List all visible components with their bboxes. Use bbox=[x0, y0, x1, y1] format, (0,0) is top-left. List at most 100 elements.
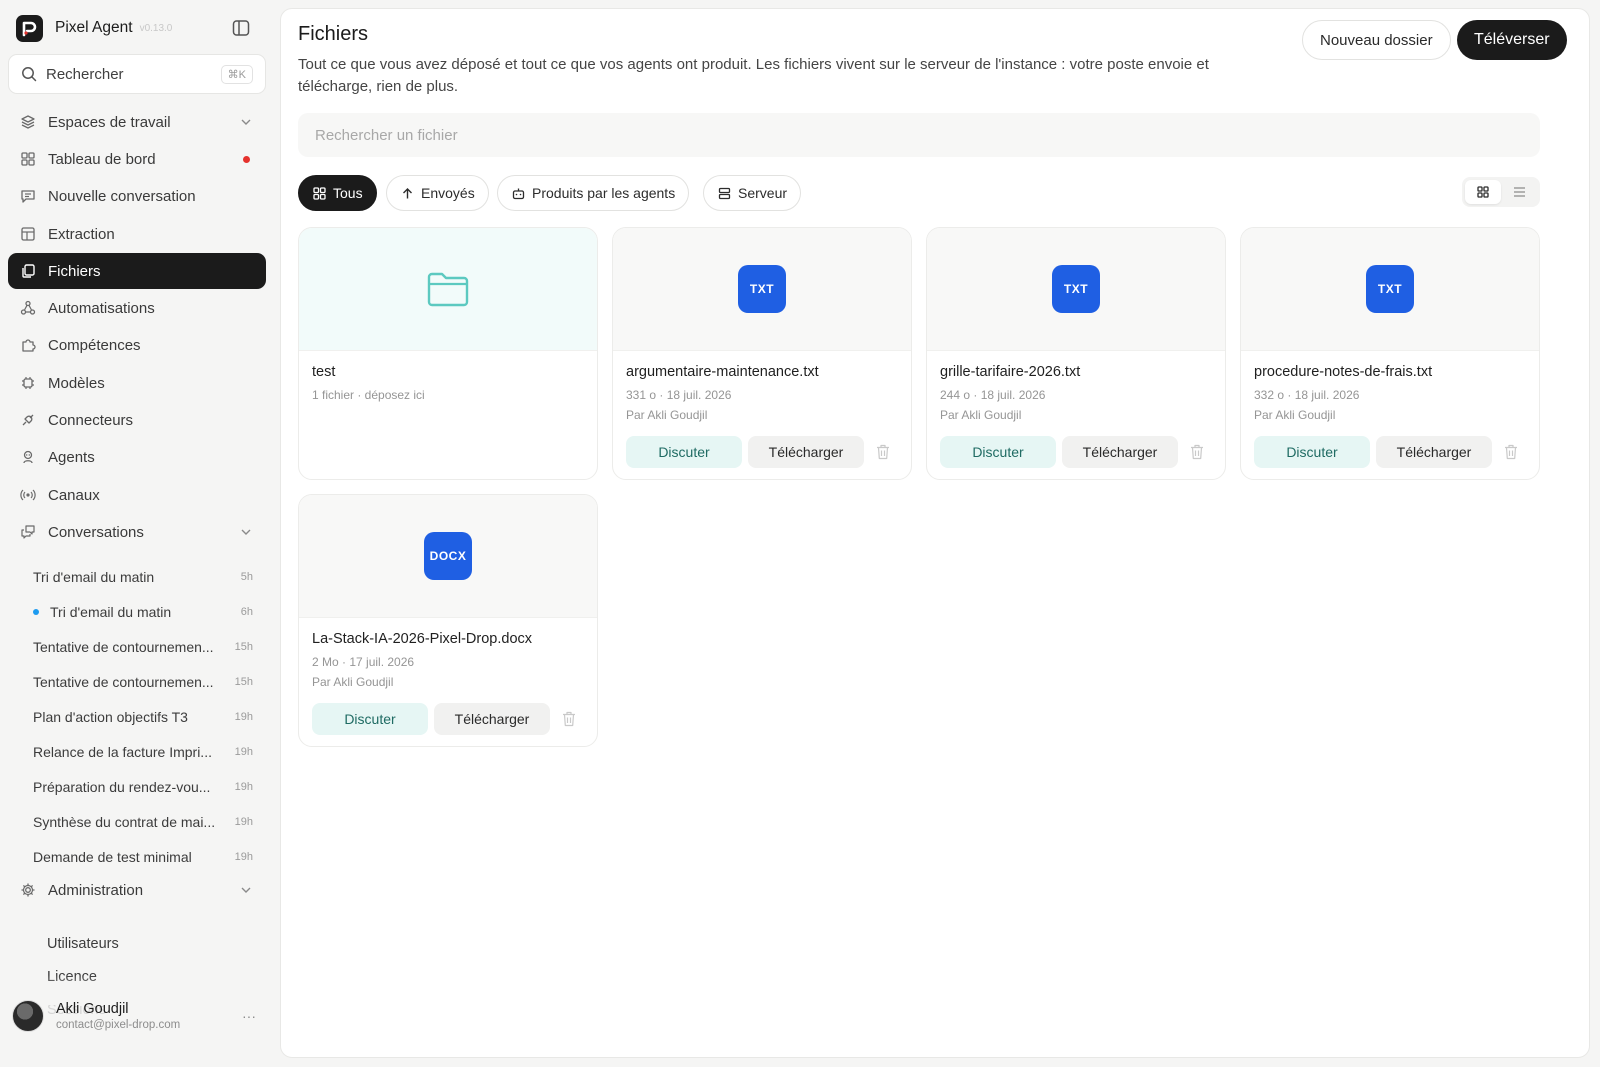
filter-sent[interactable]: Envoyés bbox=[386, 175, 489, 211]
user-name: Akli Goudjil bbox=[56, 1001, 129, 1017]
file-name: procedure-notes-de-frais.txt bbox=[1254, 364, 1433, 380]
list-view-icon[interactable] bbox=[1501, 180, 1537, 204]
trash-icon[interactable] bbox=[873, 442, 893, 462]
broadcast-icon bbox=[20, 487, 36, 503]
file-type-badge: TXT bbox=[738, 265, 786, 313]
new-folder-button[interactable]: Nouveau dossier bbox=[1302, 20, 1451, 60]
conversation-item[interactable]: Tentative de contournemen... 15h bbox=[33, 668, 253, 696]
file-card[interactable]: TXT argumentaire-maintenance.txt 331 o ·… bbox=[612, 227, 912, 480]
filter-server[interactable]: Serveur bbox=[703, 175, 802, 211]
download-button[interactable]: Télécharger bbox=[1376, 436, 1492, 468]
folder-card[interactable]: test 1 fichier · déposez ici bbox=[298, 227, 598, 480]
chat-button[interactable]: Discuter bbox=[626, 436, 742, 468]
file-card[interactable]: TXT procedure-notes-de-frais.txt 332 o ·… bbox=[1240, 227, 1540, 480]
chat-button[interactable]: Discuter bbox=[940, 436, 1056, 468]
filter-label: Serveur bbox=[738, 185, 788, 201]
nav-label: Tableau de bord bbox=[48, 150, 156, 168]
nav-skills[interactable]: Compétences bbox=[8, 327, 266, 363]
more-options-icon[interactable]: ··· bbox=[242, 1008, 256, 1024]
conversation-time: 15h bbox=[234, 676, 253, 688]
user-email: contact@pixel-drop.com bbox=[56, 1019, 181, 1031]
conversation-item[interactable]: Relance de la facture Impri... 19h bbox=[33, 738, 253, 766]
conversation-time: 19h bbox=[234, 851, 253, 863]
file-card[interactable]: DOCX La-Stack-IA-2026-Pixel-Drop.docx 2 … bbox=[298, 494, 598, 747]
filter-agents[interactable]: Produits par les agents bbox=[497, 175, 690, 211]
file-type-badge: TXT bbox=[1052, 265, 1100, 313]
user-profile[interactable]: Akli Goudjil contact@pixel-drop.com ··· bbox=[12, 996, 266, 1036]
conversation-item[interactable]: Tentative de contournemen... 15h bbox=[33, 633, 253, 661]
avatar bbox=[12, 1000, 44, 1032]
chevron-down-icon[interactable] bbox=[240, 116, 252, 128]
filter-label: Envoyés bbox=[421, 185, 475, 201]
nav-label: Automatisations bbox=[48, 299, 155, 317]
chat-button[interactable]: Discuter bbox=[312, 703, 428, 735]
nav-dashboard[interactable]: Tableau de bord bbox=[8, 141, 266, 177]
trash-icon[interactable] bbox=[559, 709, 579, 729]
conversation-item[interactable]: Préparation du rendez-vou... 19h bbox=[33, 773, 253, 801]
download-button[interactable]: Télécharger bbox=[1062, 436, 1178, 468]
file-author: Par Akli Goudjil bbox=[626, 408, 708, 422]
nav-channels[interactable]: Canaux bbox=[8, 477, 266, 513]
filter-all[interactable]: Tous bbox=[298, 175, 377, 211]
conversation-item[interactable]: Tri d'email du matin 6h bbox=[33, 598, 253, 626]
sidebar-toggle-icon[interactable] bbox=[230, 17, 252, 39]
admin-users-link[interactable]: Utilisateurs bbox=[47, 936, 119, 952]
file-meta: 331 o · 18 juil. 2026 bbox=[626, 388, 732, 402]
conversation-title: Tri d'email du matin bbox=[33, 569, 155, 585]
chevron-down-icon[interactable] bbox=[240, 526, 252, 538]
nav-label: Nouvelle conversation bbox=[48, 187, 196, 205]
nav-label: Modèles bbox=[48, 374, 105, 392]
chat-button[interactable]: Discuter bbox=[1254, 436, 1370, 468]
sidebar-search[interactable]: Rechercher ⌘K bbox=[8, 54, 266, 94]
nav-label: Compétences bbox=[48, 336, 141, 354]
conversation-time: 19h bbox=[234, 816, 253, 828]
conversation-item[interactable]: Synthèse du contrat de mai... 19h bbox=[33, 808, 253, 836]
nav-label: Extraction bbox=[48, 225, 115, 243]
download-button[interactable]: Télécharger bbox=[434, 703, 550, 735]
conversation-title: Demande de test minimal bbox=[33, 849, 192, 865]
arrow-up-icon bbox=[400, 186, 414, 200]
chevron-down-icon[interactable] bbox=[240, 884, 252, 896]
file-search-input[interactable] bbox=[298, 113, 1540, 157]
file-name: grille-tarifaire-2026.txt bbox=[940, 364, 1081, 380]
nav-extraction[interactable]: Extraction bbox=[8, 216, 266, 252]
nav-label: Espaces de travail bbox=[48, 113, 171, 131]
nav-administration[interactable]: Administration bbox=[8, 872, 266, 908]
nav-label: Connecteurs bbox=[48, 411, 134, 429]
file-meta: 244 o · 18 juil. 2026 bbox=[940, 388, 1046, 402]
conversation-item[interactable]: Plan d'action objectifs T3 19h bbox=[33, 703, 253, 731]
nav-agents[interactable]: Agents bbox=[8, 439, 266, 475]
conversation-item[interactable]: Demande de test minimal 19h bbox=[33, 843, 253, 871]
workflow-icon bbox=[20, 300, 36, 316]
folder-thumbnail bbox=[299, 228, 597, 351]
grid-view-icon[interactable] bbox=[1465, 180, 1501, 204]
download-button[interactable]: Télécharger bbox=[748, 436, 864, 468]
nav-new-conversation[interactable]: Nouvelle conversation bbox=[8, 178, 266, 214]
upload-button[interactable]: Téléverser bbox=[1457, 20, 1567, 60]
nav-models[interactable]: Modèles bbox=[8, 365, 266, 401]
file-meta: 332 o · 18 juil. 2026 bbox=[1254, 388, 1360, 402]
nav-workspaces[interactable]: Espaces de travail bbox=[8, 104, 266, 140]
nav-connectors[interactable]: Connecteurs bbox=[8, 402, 266, 438]
conversation-time: 19h bbox=[234, 746, 253, 758]
file-name: argumentaire-maintenance.txt bbox=[626, 364, 819, 380]
conversation-item[interactable]: Tri d'email du matin 5h bbox=[33, 563, 253, 591]
puzzle-icon bbox=[20, 337, 36, 353]
folder-icon bbox=[427, 272, 469, 307]
conversation-title: Synthèse du contrat de mai... bbox=[33, 814, 216, 830]
files-icon bbox=[20, 263, 36, 279]
trash-icon[interactable] bbox=[1501, 442, 1521, 462]
folder-meta: 1 fichier · déposez ici bbox=[312, 388, 425, 402]
nav-files[interactable]: Fichiers bbox=[8, 253, 266, 289]
conversation-time: 19h bbox=[234, 711, 253, 723]
trash-icon[interactable] bbox=[1187, 442, 1207, 462]
nav-automations[interactable]: Automatisations bbox=[8, 290, 266, 326]
search-label: Rechercher bbox=[46, 65, 124, 83]
nav-conversations[interactable]: Conversations bbox=[8, 514, 266, 550]
file-thumbnail: TXT bbox=[927, 228, 1225, 351]
conversation-time: 15h bbox=[234, 641, 253, 653]
user-info: Akli Goudjil contact@pixel-drop.com bbox=[56, 1001, 242, 1031]
file-card[interactable]: TXT grille-tarifaire-2026.txt 244 o · 18… bbox=[926, 227, 1226, 480]
page-description: Tout ce que vous avez déposé et tout ce … bbox=[298, 56, 1209, 95]
file-thumbnail: DOCX bbox=[299, 495, 597, 618]
